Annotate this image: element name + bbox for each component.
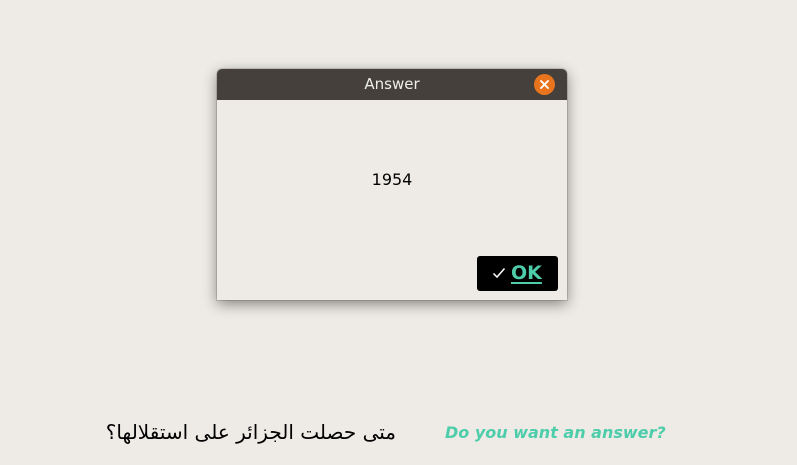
dialog-titlebar[interactable]: Answer	[217, 69, 567, 100]
show-answer-link[interactable]: Do you want an answer?	[445, 423, 666, 442]
dialog-title: Answer	[364, 75, 420, 93]
ok-button[interactable]: OK	[477, 256, 558, 291]
ok-button-label: OK	[511, 262, 542, 284]
question-text: متى حصلت الجزائر على استقلالها؟	[105, 420, 396, 444]
answer-dialog: Answer 1954 OK	[217, 69, 567, 300]
check-icon	[492, 268, 506, 279]
close-icon	[540, 80, 549, 89]
close-button[interactable]	[534, 74, 555, 95]
answer-value: 1954	[371, 170, 413, 189]
